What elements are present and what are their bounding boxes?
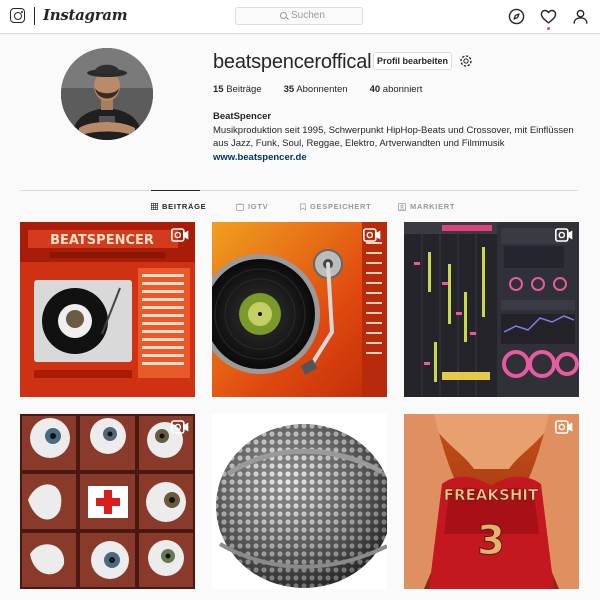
profile-stats: 15 Beiträge 35 Abonnenten 40 abonniert [213,84,444,95]
tab-igtv[interactable]: IGTV [236,202,268,211]
video-camera-icon [363,420,381,434]
bio-text: Musikproduktion seit 1995, Schwerpunkt H… [213,124,574,150]
tab-tagged-label: MARKIERT [410,202,456,211]
tab-igtv-label: IGTV [248,202,269,211]
profile-full-name: BeatSpencer [213,111,272,122]
post-6-cover-text: FREAKSHIT [444,486,539,504]
active-tab-indicator [151,190,200,191]
tab-saved-label: GESPEICHERT [310,202,372,211]
following-label: abonniert [382,84,423,95]
bookmark-icon [300,203,306,211]
website-link[interactable]: www.beatspencer.de [213,151,583,165]
video-camera-icon [555,228,573,242]
posts-count: 15 [213,84,224,95]
igtv-icon [236,202,244,211]
search-icon [280,12,287,19]
person-icon[interactable] [572,8,589,25]
notification-dot [547,27,550,30]
followers-label: Abonnenten [296,84,348,95]
logo-divider [34,7,35,25]
video-camera-icon [555,420,573,434]
tab-tagged[interactable]: MARKIERT [398,202,455,211]
post-thumbnail-6[interactable]: FREAKSHIT 3 [404,414,579,589]
tab-posts-label: BEITRÄGE [162,202,207,211]
posts-stat: 15 Beiträge [213,84,262,95]
top-navigation-bar: Instagram [0,0,600,34]
following-count: 40 [369,84,381,95]
tab-posts[interactable]: BEITRÄGE [151,202,206,211]
heart-icon[interactable] [540,8,557,25]
profile-username: beatspenceroffical [213,51,372,73]
post-thumbnail-2[interactable] [212,222,387,397]
post-thumbnail-1[interactable]: BEATSPENCER [20,222,195,397]
post-thumbnail-5[interactable] [212,414,387,589]
posts-label: Beiträge [226,84,262,95]
tab-saved[interactable]: GESPEICHERT [300,202,371,211]
video-camera-icon [171,228,189,242]
instagram-wordmark[interactable]: Instagram [43,6,128,24]
profile-bio: BeatSpencer Musikproduktion seit 1995, S… [213,110,583,164]
post-thumbnail-4[interactable] [20,414,195,589]
video-camera-icon [363,228,381,242]
tag-icon [398,202,406,211]
edit-profile-button[interactable]: Profil bearbeiten [373,52,452,70]
compass-icon[interactable] [508,8,525,25]
grid-icon [151,203,158,210]
video-camera-icon [171,420,189,434]
profile-avatar[interactable] [61,48,153,140]
search-box[interactable] [235,7,363,25]
search-input[interactable] [291,10,361,21]
following-stat[interactable]: 40 abonniert [370,84,423,95]
followers-count: 35 [283,84,295,95]
instagram-glyph-icon[interactable] [10,8,25,23]
settings-gear-icon[interactable] [458,53,474,69]
tab-divider [20,190,578,191]
post-6-cover-number: 3 [477,518,505,564]
post-thumbnail-3[interactable] [404,222,579,397]
followers-stat[interactable]: 35 Abonnenten [284,84,348,95]
post-1-logo-text: BEATSPENCER [50,233,154,248]
